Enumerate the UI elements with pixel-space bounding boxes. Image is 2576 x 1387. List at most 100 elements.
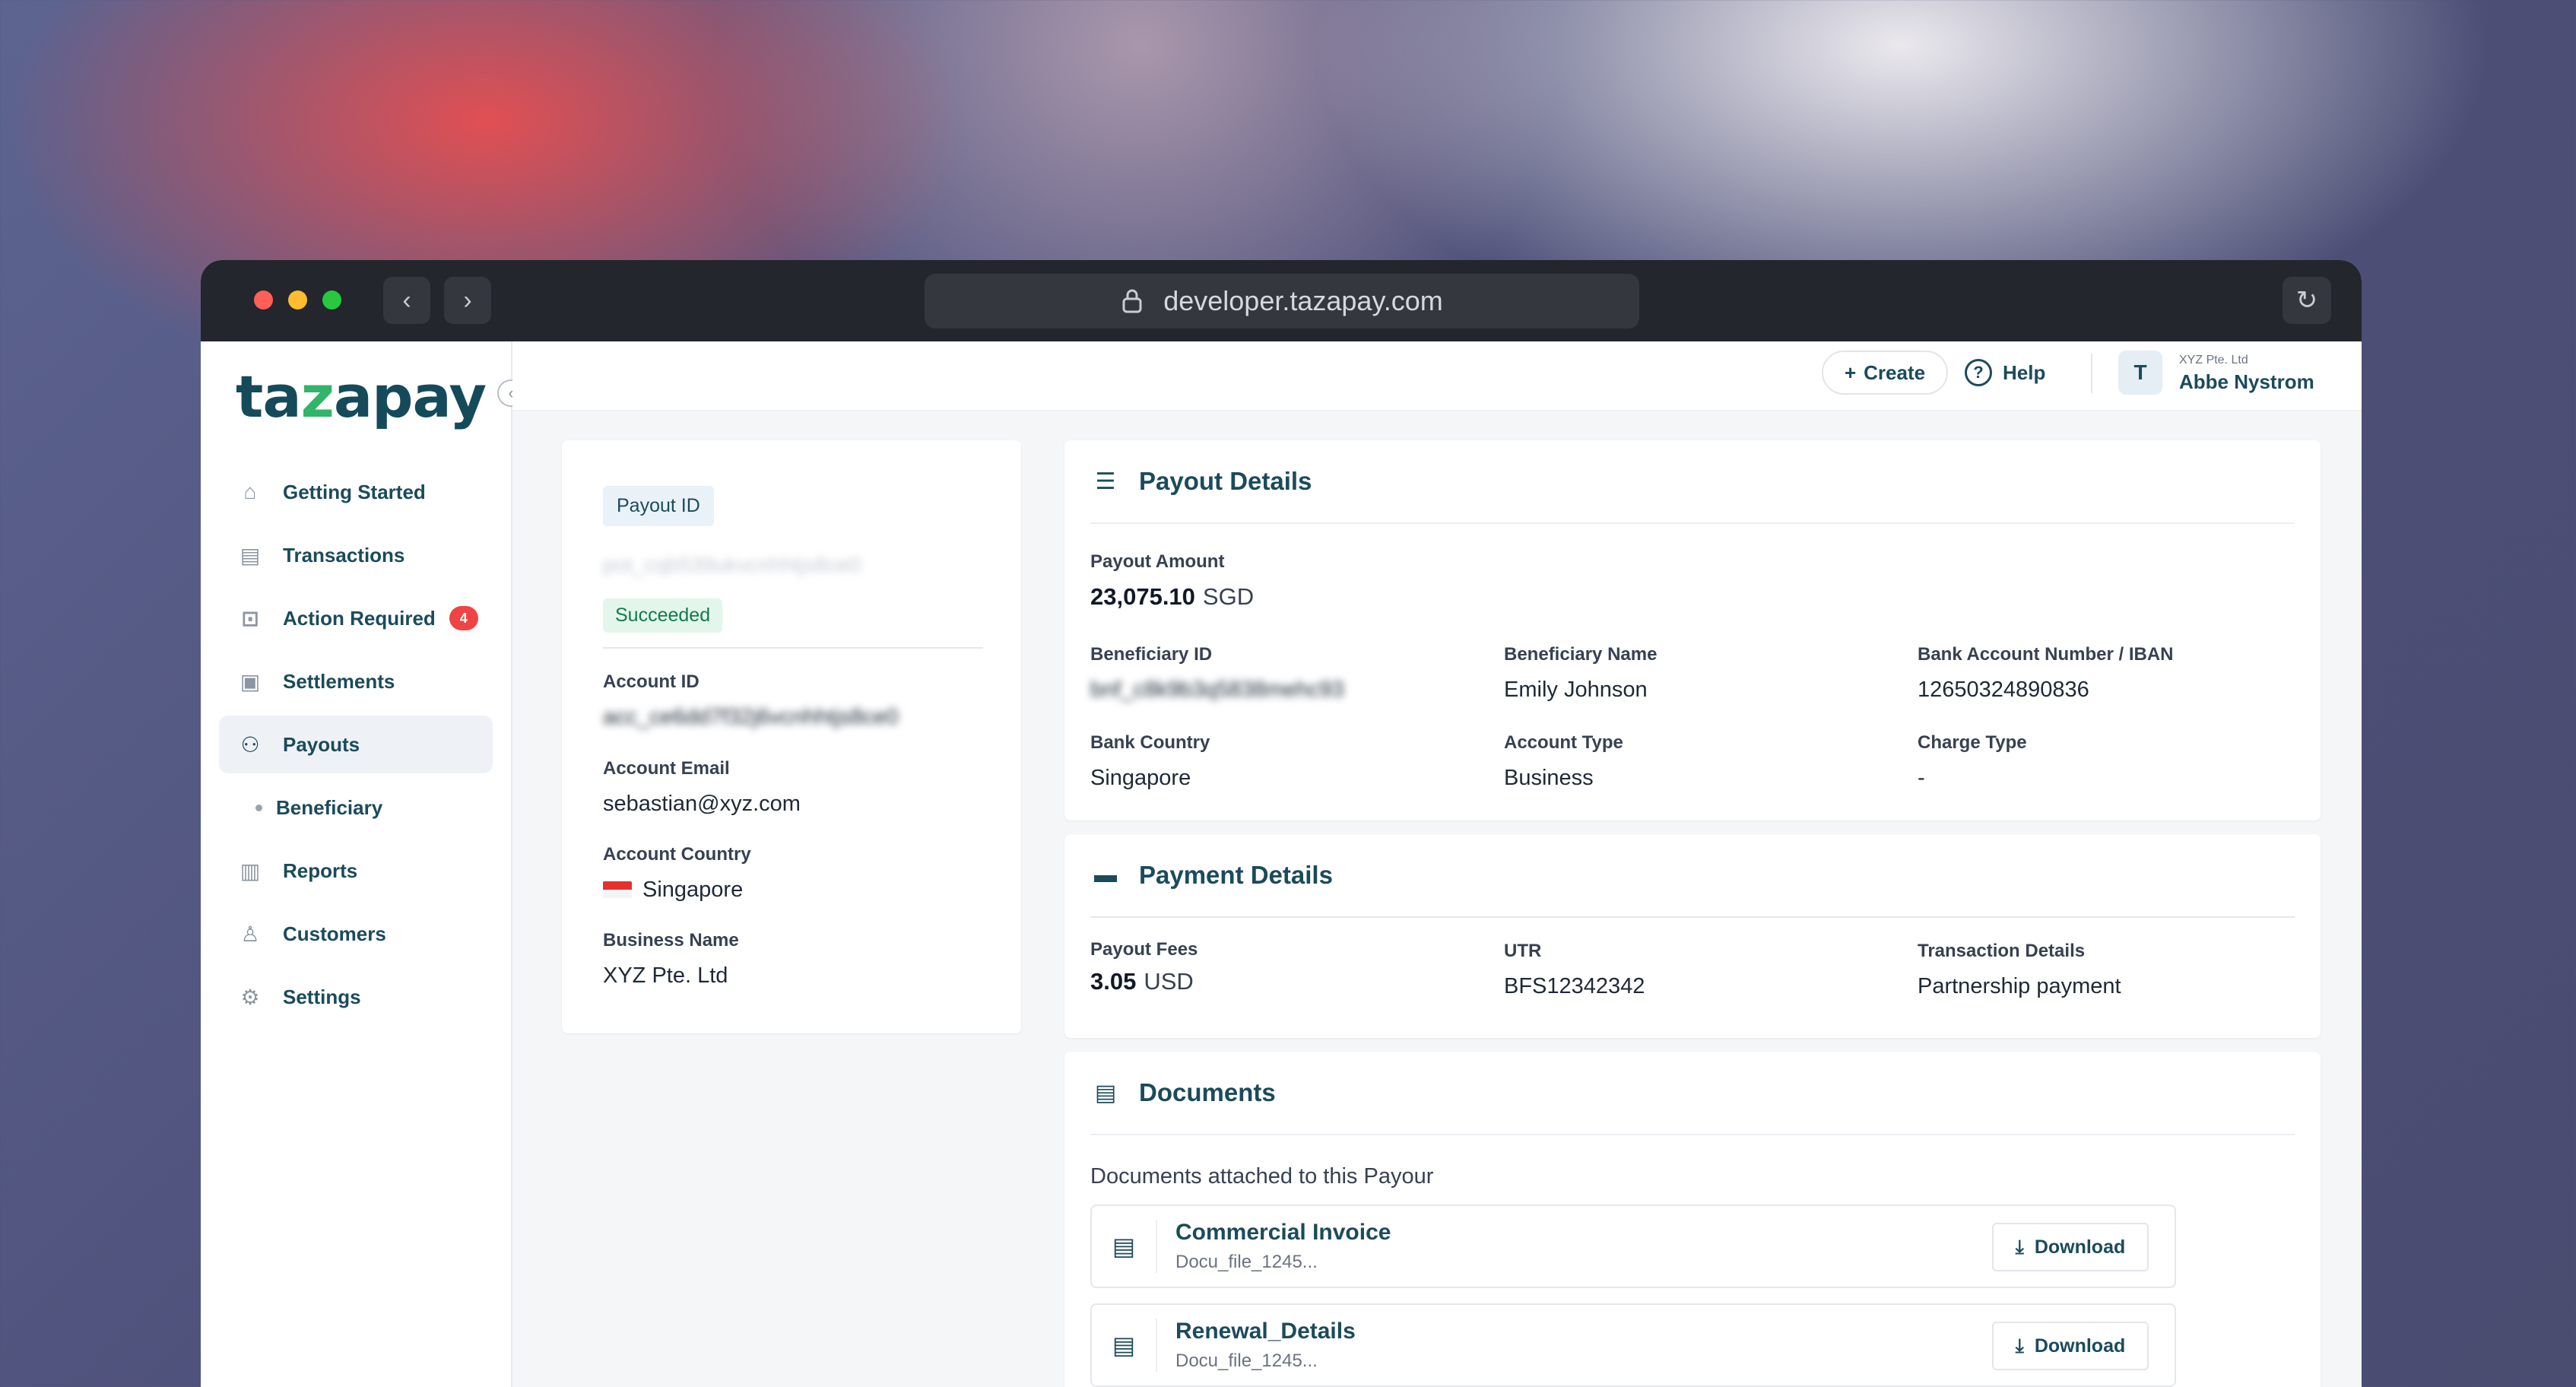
bank-country-value: Singapore bbox=[1090, 766, 1191, 790]
payout-fees-value: 3.05 bbox=[1090, 968, 1137, 995]
sidebar-item-label: Getting Started bbox=[283, 480, 426, 503]
reload-button[interactable]: ↻ bbox=[2283, 277, 2331, 324]
download-button[interactable]: ⤓ Download bbox=[1992, 1322, 2149, 1370]
download-icon: ⤓ bbox=[2015, 1335, 2024, 1357]
charge-type-field: Charge Type - bbox=[1918, 732, 2027, 790]
sidebar-item-transactions[interactable]: ▤ Transactions bbox=[219, 526, 493, 584]
tazapay-logo[interactable]: tazapay bbox=[236, 363, 487, 430]
chevron-right-icon: › bbox=[463, 285, 472, 315]
file-icon: ▤ bbox=[1092, 1319, 1157, 1372]
transaction-details-value: Partnership payment bbox=[1918, 974, 2121, 998]
sidebar-item-payouts[interactable]: ⚇ Payouts bbox=[219, 716, 493, 773]
charge-type-value: - bbox=[1918, 766, 1925, 790]
account-id-field: Account ID acc_ce6dd7f32j6vcnhhtjs8ce0 bbox=[603, 671, 899, 729]
beneficiary-name-field: Beneficiary Name Emily Johnson bbox=[1504, 644, 1658, 702]
create-button[interactable]: + Create bbox=[1822, 351, 1948, 395]
bullet-icon bbox=[255, 804, 262, 811]
address-bar[interactable]: developer.tazapay.com bbox=[925, 274, 1639, 328]
document-icon: ▤ bbox=[1094, 1080, 1117, 1106]
sidebar-item-settlements[interactable]: ▣ Settlements bbox=[219, 652, 493, 710]
notification-badge: 4 bbox=[449, 606, 478, 630]
download-button[interactable]: ⤓ Download bbox=[1992, 1223, 2149, 1271]
plus-icon: + bbox=[1844, 360, 1857, 384]
payout-amount-field: Payout Amount 23,075.10 SGD bbox=[1090, 551, 1255, 610]
user-name: Abbe Nystrom bbox=[2179, 370, 2314, 393]
sidebar-item-label: Beneficiary bbox=[276, 795, 383, 819]
close-window-button[interactable] bbox=[254, 290, 273, 309]
browser-window: ‹ › developer.tazapay.com ↻ tazapay ‹ ⌂ bbox=[201, 260, 2362, 1387]
account-email-field: Account Email sebastian@xyz.com bbox=[603, 758, 801, 816]
sidebar-item-label: Customers bbox=[283, 922, 386, 945]
avatar[interactable]: T bbox=[2118, 351, 2162, 395]
singapore-flag-icon bbox=[603, 881, 632, 898]
payout-amount-value: 23,075.10 bbox=[1090, 583, 1195, 610]
back-button[interactable]: ‹ bbox=[383, 277, 430, 324]
file-icon: ▤ bbox=[1092, 1220, 1157, 1273]
payout-details-card: ☰ Payout Details Payout Amount 23,075.10… bbox=[1064, 440, 2321, 820]
utr-field: UTR BFS12342342 bbox=[1504, 941, 1645, 998]
sidebar-item-settings[interactable]: ⚙ Settings bbox=[219, 968, 493, 1026]
sidebar-item-label: Transactions bbox=[283, 543, 405, 567]
forward-button[interactable]: › bbox=[444, 277, 491, 324]
section-title-documents: ▤ Documents bbox=[1090, 1052, 2295, 1135]
payout-id-chip: Payout ID bbox=[603, 486, 714, 526]
sidebar-item-getting-started[interactable]: ⌂ Getting Started bbox=[219, 463, 493, 521]
user-icon: ♙ bbox=[240, 922, 260, 946]
divider bbox=[603, 647, 983, 649]
account-type-value: Business bbox=[1504, 766, 1594, 790]
sidebar: tazapay ‹ ⌂ Getting Started ▤ Transactio… bbox=[201, 341, 525, 1387]
details-list-icon: ☰ bbox=[1095, 468, 1116, 494]
payout-icon: ⚇ bbox=[240, 732, 260, 757]
sidebar-item-label: Settlements bbox=[283, 669, 395, 693]
payout-amount-currency: SGD bbox=[1202, 583, 1255, 610]
divider bbox=[2091, 354, 2092, 393]
documents-card: ▤ Documents Documents attached to this P… bbox=[1064, 1052, 2321, 1387]
chart-icon: ▥ bbox=[240, 859, 261, 883]
section-title-payout-details: ☰ Payout Details bbox=[1090, 440, 2295, 524]
main-content: + Create ? Help T XYZ Pte. Ltd Abbe Nyst… bbox=[512, 341, 2362, 1387]
bank-country-field: Bank Country Singapore bbox=[1090, 732, 1210, 790]
transaction-details-field: Transaction Details Partnership payment bbox=[1918, 941, 2121, 998]
sidebar-item-reports[interactable]: ▥ Reports bbox=[219, 842, 493, 900]
payment-details-card: ▬ Payment Details Payout Fees 3.05 USD UT… bbox=[1064, 834, 2321, 1038]
sidebar-item-label: Action Required bbox=[283, 606, 436, 630]
url-text: developer.tazapay.com bbox=[1163, 285, 1443, 316]
settlement-icon: ▣ bbox=[240, 669, 261, 694]
business-name-field: Business Name XYZ Pte. Ltd bbox=[603, 930, 739, 988]
account-country-field: Account Country Singapore bbox=[603, 844, 751, 902]
payout-summary-card: Payout ID pot_cqb539ukvcnhhtjs8ce0 Succe… bbox=[562, 440, 1021, 1033]
list-item: ▤ Commercial Invoice Docu_file_1245... ⤓… bbox=[1090, 1204, 2176, 1288]
gear-icon: ⚙ bbox=[240, 985, 260, 1009]
sidebar-item-beneficiary[interactable]: Beneficiary bbox=[219, 779, 493, 836]
document-name[interactable]: Commercial Invoice bbox=[1175, 1220, 1391, 1246]
payout-fees-currency: USD bbox=[1144, 968, 1194, 995]
app: tazapay ‹ ⌂ Getting Started ▤ Transactio… bbox=[201, 341, 2362, 1387]
documents-intro: Documents attached to this Payour bbox=[1090, 1164, 1434, 1189]
sidebar-item-action-required[interactable]: ⊡ Action Required 4 bbox=[219, 589, 493, 647]
chevron-left-icon: ‹ bbox=[402, 285, 411, 315]
beneficiary-name-value: Emily Johnson bbox=[1504, 678, 1648, 702]
business-name-value: XYZ Pte. Ltd bbox=[603, 963, 728, 988]
minimize-window-button[interactable] bbox=[288, 290, 307, 309]
browser-titlebar: ‹ › developer.tazapay.com ↻ bbox=[201, 260, 2362, 341]
document-file: Docu_file_1245... bbox=[1175, 1350, 1318, 1371]
utr-value: BFS12342342 bbox=[1504, 974, 1645, 998]
bank-account-value: 12650324890836 bbox=[1918, 678, 2089, 702]
org-name: XYZ Pte. Ltd bbox=[2179, 354, 2248, 367]
sidebar-item-customers[interactable]: ♙ Customers bbox=[219, 905, 493, 963]
card-icon: ▬ bbox=[1094, 862, 1117, 887]
maximize-window-button[interactable] bbox=[322, 290, 341, 309]
help-button[interactable]: ? Help bbox=[1965, 351, 2045, 395]
payout-fees-field: Payout Fees 3.05 USD bbox=[1090, 939, 1198, 995]
status-badge: Succeeded bbox=[603, 598, 723, 633]
sidebar-item-label: Payouts bbox=[283, 732, 360, 756]
help-icon: ? bbox=[1965, 359, 1992, 386]
list-icon: ▤ bbox=[240, 543, 261, 567]
beneficiary-id-field: Beneficiary ID bnf_c8k9b3q5838mehc93 bbox=[1090, 644, 1344, 702]
bank-account-field: Bank Account Number / IBAN 1265032489083… bbox=[1918, 644, 2174, 702]
user-menu[interactable]: XYZ Pte. Ltd Abbe Nystrom bbox=[2179, 354, 2314, 394]
document-name[interactable]: Renewal_Details bbox=[1175, 1319, 1356, 1344]
account-type-field: Account Type Business bbox=[1504, 732, 1623, 790]
alert-icon: ⊡ bbox=[241, 606, 259, 630]
document-file: Docu_file_1245... bbox=[1175, 1252, 1318, 1272]
